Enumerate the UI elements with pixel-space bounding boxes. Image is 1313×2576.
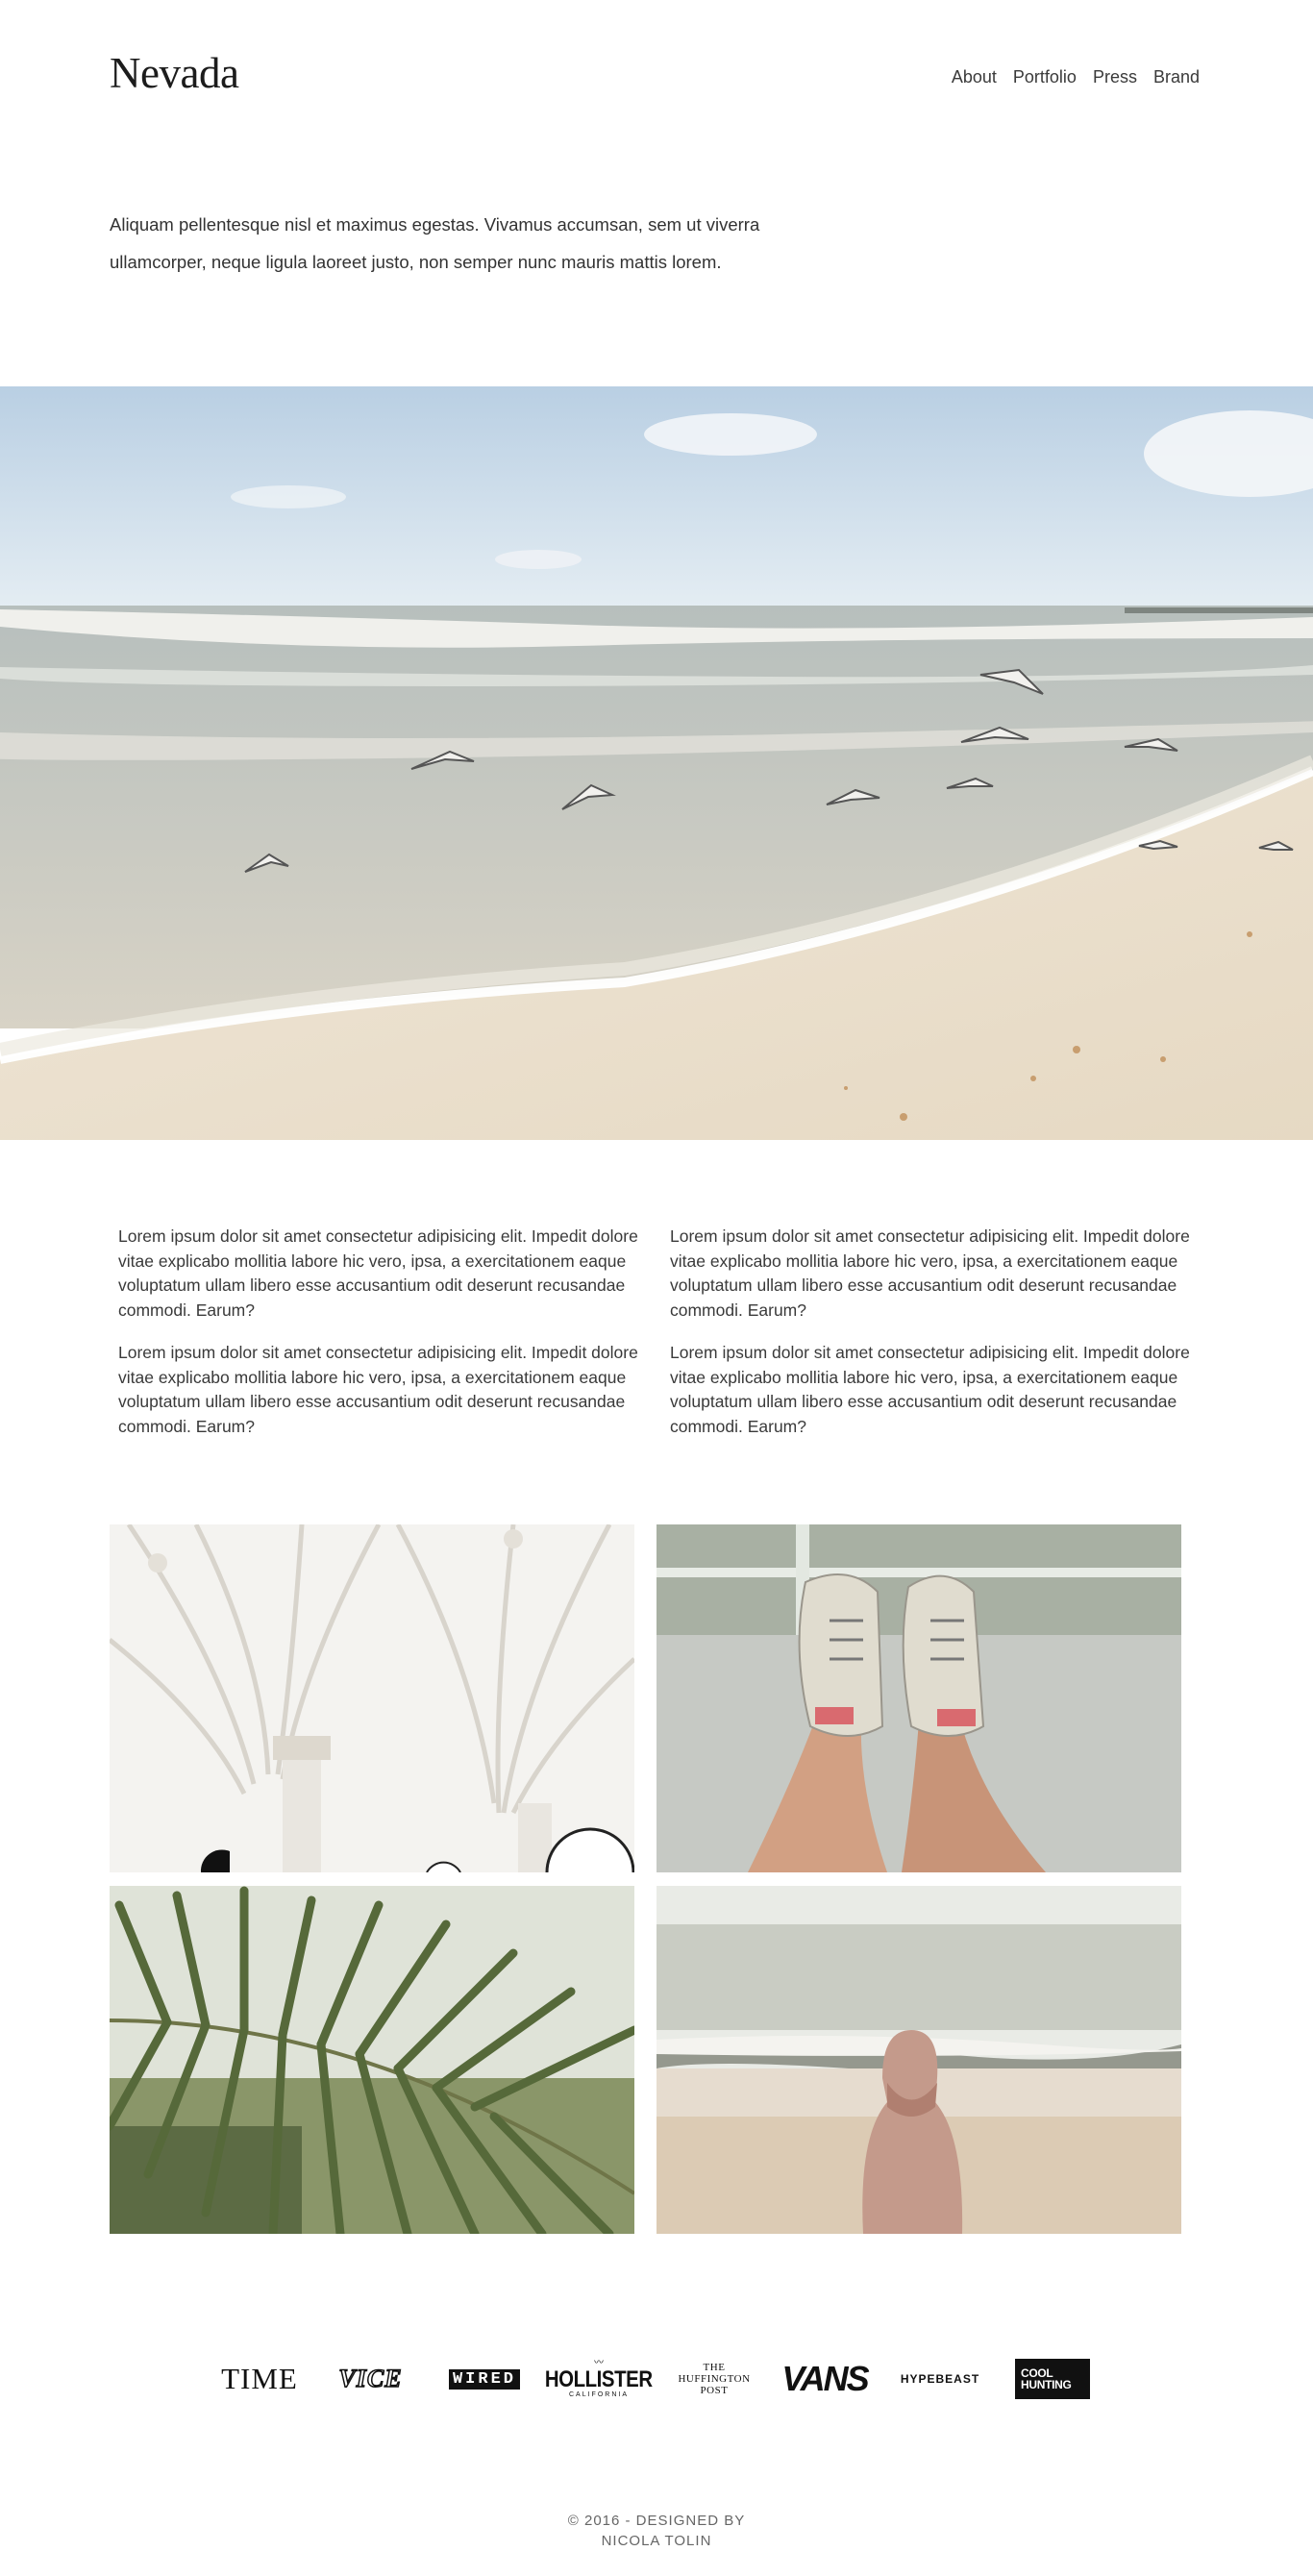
press-logos: TIME VICE WIRED 〰 HOLLISTER CALIFORNIA T… xyxy=(0,2355,1313,2403)
logo-huffpost-line3: POST xyxy=(700,2385,729,2396)
logo-wired: WIRED xyxy=(440,2355,529,2403)
paragraph: Lorem ipsum dolor sit amet consectetur a… xyxy=(670,1343,1190,1436)
logo-vice: VICE xyxy=(325,2355,416,2403)
gallery-image-cathedral-ceiling[interactable] xyxy=(110,1524,634,1872)
gallery-image-woman-on-beach[interactable] xyxy=(656,1886,1181,2234)
logo-hollister: 〰 HOLLISTER CALIFORNIA xyxy=(545,2355,653,2403)
paragraph: Lorem ipsum dolor sit amet consectetur a… xyxy=(118,1343,638,1436)
logo-cool-hunting: COOL HUNTING xyxy=(1014,2355,1091,2403)
nav-link-brand[interactable]: Brand xyxy=(1153,67,1200,87)
logo-hollister-text: HOLLISTER xyxy=(545,2366,653,2392)
nav-link-portfolio[interactable]: Portfolio xyxy=(1013,67,1077,87)
logo-huffpost-line1: THE xyxy=(703,2362,726,2373)
paragraph: Lorem ipsum dolor sit amet consectetur a… xyxy=(670,1226,1190,1320)
site-logo[interactable]: Nevada xyxy=(110,48,239,98)
logo-vice-text: VICE xyxy=(338,2364,403,2393)
photo-gallery xyxy=(110,1524,1181,2234)
content-column-left: Lorem ipsum dolor sit amet consectetur a… xyxy=(118,1225,643,1457)
footer-designer: NICOLA TOLIN xyxy=(601,2533,712,2549)
paragraph: Lorem ipsum dolor sit amet consectetur a… xyxy=(118,1226,638,1320)
logo-hollister-subtext: CALIFORNIA xyxy=(568,2391,629,2398)
footer-copyright: © 2016 - DESIGNED BY xyxy=(567,2513,746,2529)
content-column-right: Lorem ipsum dolor sit amet consectetur a… xyxy=(670,1225,1195,1457)
gallery-image-palm-leaf[interactable] xyxy=(110,1886,634,2234)
site-header: Nevada About Portfolio Press Brand xyxy=(0,0,1313,154)
logo-hypebeast: HYPEBEAST xyxy=(900,2372,980,2386)
main-nav: About Portfolio Press Brand xyxy=(952,67,1200,87)
nav-link-press[interactable]: Press xyxy=(1093,67,1137,87)
logo-cool-hunting-line2: HUNTING xyxy=(1021,2378,1072,2391)
logo-huffpost-line2: HUFFINGTON xyxy=(678,2373,751,2385)
nav-link-about[interactable]: About xyxy=(952,67,997,87)
logo-cool-hunting-box: COOL HUNTING xyxy=(1015,2359,1090,2399)
logo-time: TIME xyxy=(221,2362,298,2395)
gallery-image-sneakers[interactable] xyxy=(656,1524,1181,1872)
logo-huffington-post: THE HUFFINGTON POST xyxy=(667,2355,761,2403)
hero-beach-image xyxy=(0,386,1313,1140)
content-columns: Lorem ipsum dolor sit amet consectetur a… xyxy=(118,1225,1195,1457)
logo-wired-text: WIRED xyxy=(448,2368,520,2390)
site-footer: © 2016 - DESIGNED BY NICOLA TOLIN xyxy=(0,2511,1313,2551)
logo-vans: VANS xyxy=(781,2359,869,2398)
intro-text: Aliquam pellentesque nisl et maximus ege… xyxy=(110,214,760,272)
